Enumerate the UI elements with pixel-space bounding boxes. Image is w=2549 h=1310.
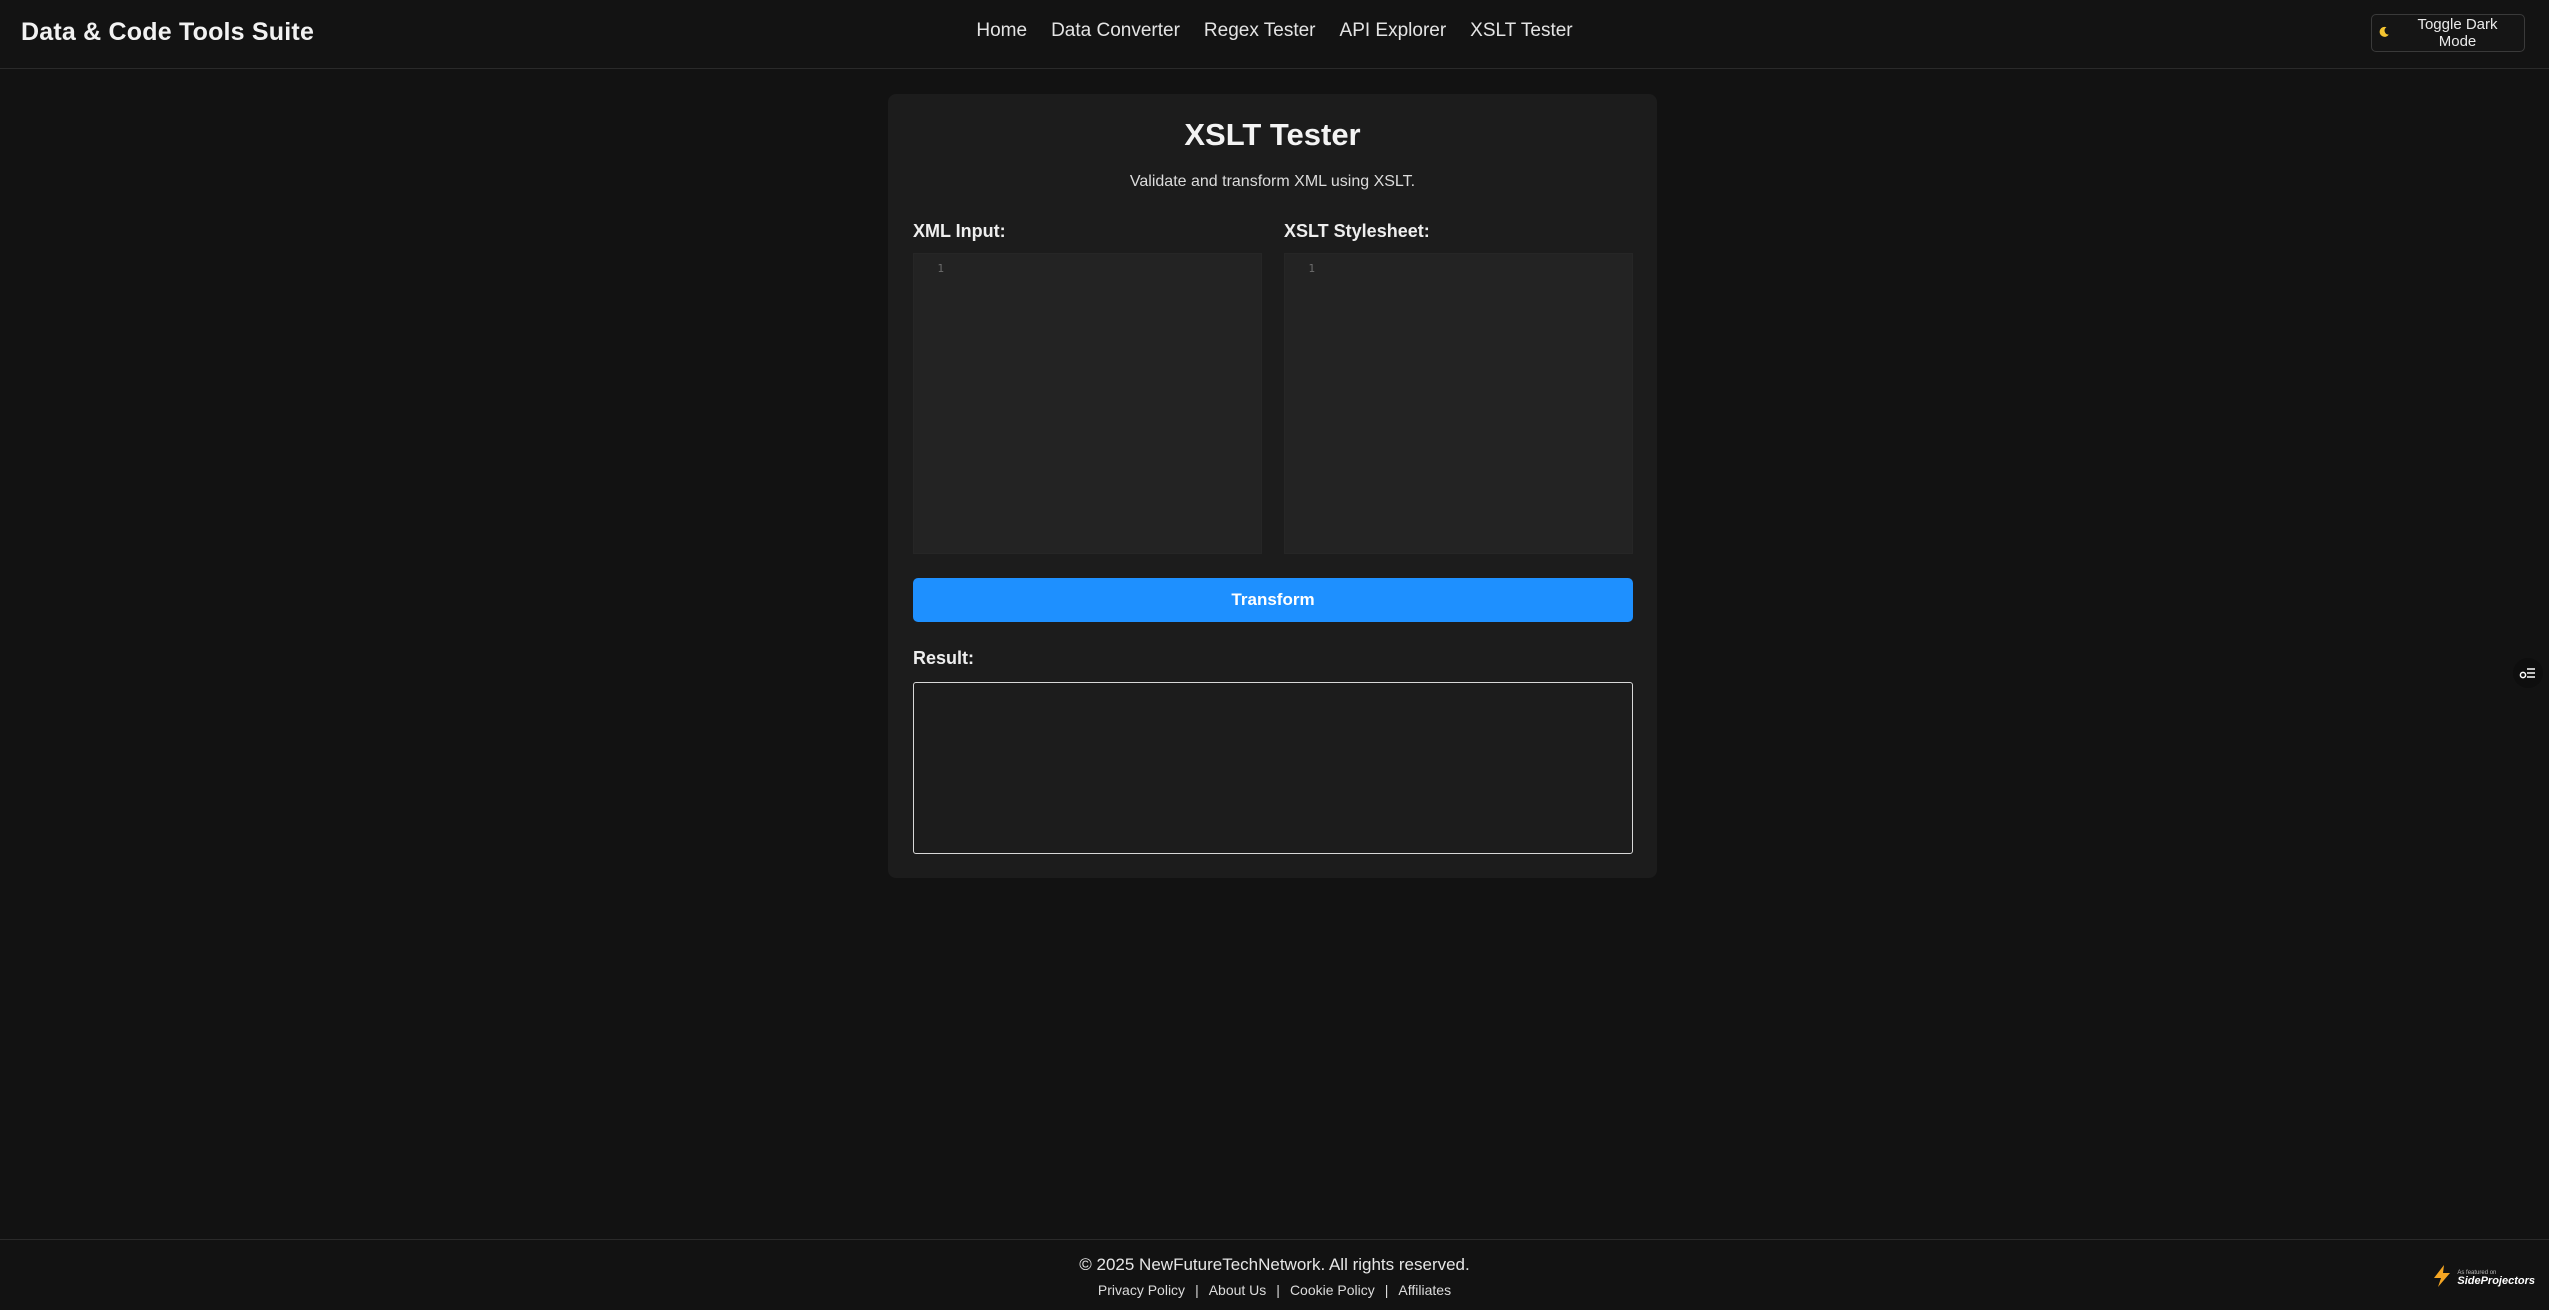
footer-link-cookie-policy[interactable]: Cookie Policy [1290,1282,1375,1298]
page-title: XSLT Tester [1184,117,1361,152]
copyright-text: © 2025 NewFutureTechNetwork. All rights … [1079,1255,1470,1274]
xslt-stylesheet-editor[interactable]: 1 [1284,253,1633,554]
nav-api-explorer[interactable]: API Explorer [1340,20,1447,42]
nav-regex-tester[interactable]: Regex Tester [1204,20,1316,42]
xslt-line-number: 1 [1308,262,1315,275]
footer-links: Privacy Policy | About Us | Cookie Polic… [0,1282,2549,1298]
xml-input-editor[interactable]: 1 [913,253,1262,554]
site-header: Data & Code Tools Suite Home Data Conver… [0,0,2549,69]
sideprojectors-badge[interactable]: As featured on SideProjectors [2431,1264,2535,1293]
transform-button[interactable]: Transform [913,578,1633,622]
lightning-icon [2431,1264,2453,1293]
footer-link-affiliates[interactable]: Affiliates [1398,1282,1451,1298]
nav-data-converter[interactable]: Data Converter [1051,20,1180,42]
footer-link-about-us[interactable]: About Us [1209,1282,1267,1298]
footer-separator: | [1195,1282,1199,1298]
site-footer: © 2025 NewFutureTechNetwork. All rights … [0,1239,2549,1310]
xslt-tester-card: XSLT Tester Validate and transform XML u… [888,94,1657,878]
footer-separator: | [1384,1282,1389,1298]
main-nav: Home Data Converter Regex Tester API Exp… [0,20,2549,42]
footer-separator: | [1276,1282,1280,1298]
xml-input-label: XML Input: [913,221,1006,241]
toggle-dark-mode-label: Toggle Dark Mode [2417,16,2498,50]
list-settings-icon[interactable] [2513,658,2543,688]
result-output[interactable] [913,682,1633,854]
moon-icon [2378,26,2390,40]
footer-link-privacy-policy[interactable]: Privacy Policy [1098,1282,1185,1298]
page-subtitle: Validate and transform XML using XSLT. [1129,173,1416,190]
nav-home[interactable]: Home [976,20,1027,42]
xslt-stylesheet-textarea[interactable] [1319,254,1632,553]
nav-xslt-tester[interactable]: XSLT Tester [1470,20,1572,42]
result-label: Result: [913,648,975,668]
xslt-stylesheet-label: XSLT Stylesheet: [1284,221,1430,241]
xml-line-number: 1 [937,262,944,275]
xml-input-textarea[interactable] [948,254,1261,553]
toggle-dark-mode-button[interactable]: Toggle Dark Mode [2371,14,2525,52]
badge-name: SideProjectors [2457,1275,2535,1287]
